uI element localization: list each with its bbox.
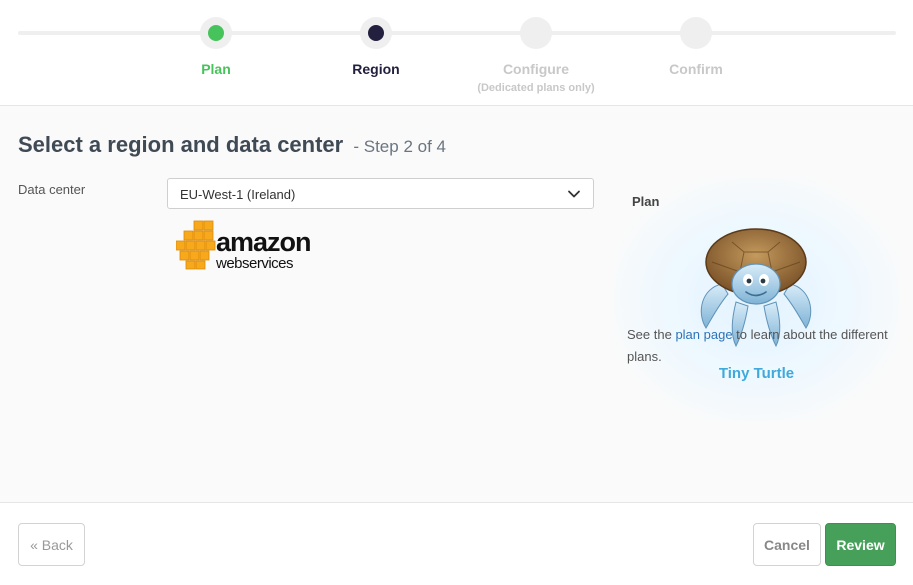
step-region-label: Region bbox=[352, 61, 400, 77]
step-indicator: - Step 2 of 4 bbox=[353, 137, 446, 156]
back-button[interactable]: « Back bbox=[18, 523, 85, 566]
step-region: Region bbox=[296, 17, 456, 77]
datacenter-selected-value: EU-West-1 (Ireland) bbox=[180, 187, 296, 202]
step-plan-label: Plan bbox=[201, 61, 231, 77]
aws-logo: amazon webservices bbox=[176, 220, 312, 272]
aws-cubes-icon bbox=[176, 220, 216, 270]
step-configure-sublabel: (Dedicated plans only) bbox=[477, 82, 595, 94]
step-configure-marker bbox=[520, 17, 552, 49]
plan-heading: Plan bbox=[632, 194, 660, 209]
step-confirm-marker bbox=[680, 17, 712, 49]
plan-panel: Plan Tiny Turtle bbox=[614, 178, 899, 421]
step-plan[interactable]: Plan bbox=[136, 17, 296, 77]
page-title: Select a region and data center - Step 2… bbox=[18, 132, 446, 158]
step-configure: Configure (Dedicated plans only) bbox=[456, 17, 616, 94]
step-region-marker bbox=[360, 17, 392, 49]
plan-help-text: See the plan page to learn about the dif… bbox=[627, 324, 897, 368]
review-button[interactable]: Review bbox=[825, 523, 896, 566]
cancel-button[interactable]: Cancel bbox=[753, 523, 821, 566]
plan-page-link[interactable]: plan page bbox=[675, 327, 732, 342]
chevron-down-icon bbox=[568, 190, 580, 198]
plan-help-prefix: See the bbox=[627, 327, 676, 342]
aws-logo-word: amazon bbox=[216, 227, 312, 257]
page-title-text: Select a region and data center bbox=[18, 132, 344, 157]
aws-logo-sub: webservices bbox=[216, 255, 294, 272]
progress-stepper: Plan Region Configure (Dedicated plans o… bbox=[0, 0, 913, 106]
step-configure-label: Configure bbox=[502, 61, 570, 77]
datacenter-label: Data center bbox=[18, 182, 86, 197]
step-confirm-label: Confirm bbox=[669, 61, 723, 77]
step-plan-marker bbox=[200, 17, 232, 49]
main-content: Select a region and data center - Step 2… bbox=[0, 106, 913, 503]
step-confirm: Confirm bbox=[616, 17, 776, 77]
datacenter-select[interactable]: EU-West-1 (Ireland) bbox=[167, 178, 594, 209]
